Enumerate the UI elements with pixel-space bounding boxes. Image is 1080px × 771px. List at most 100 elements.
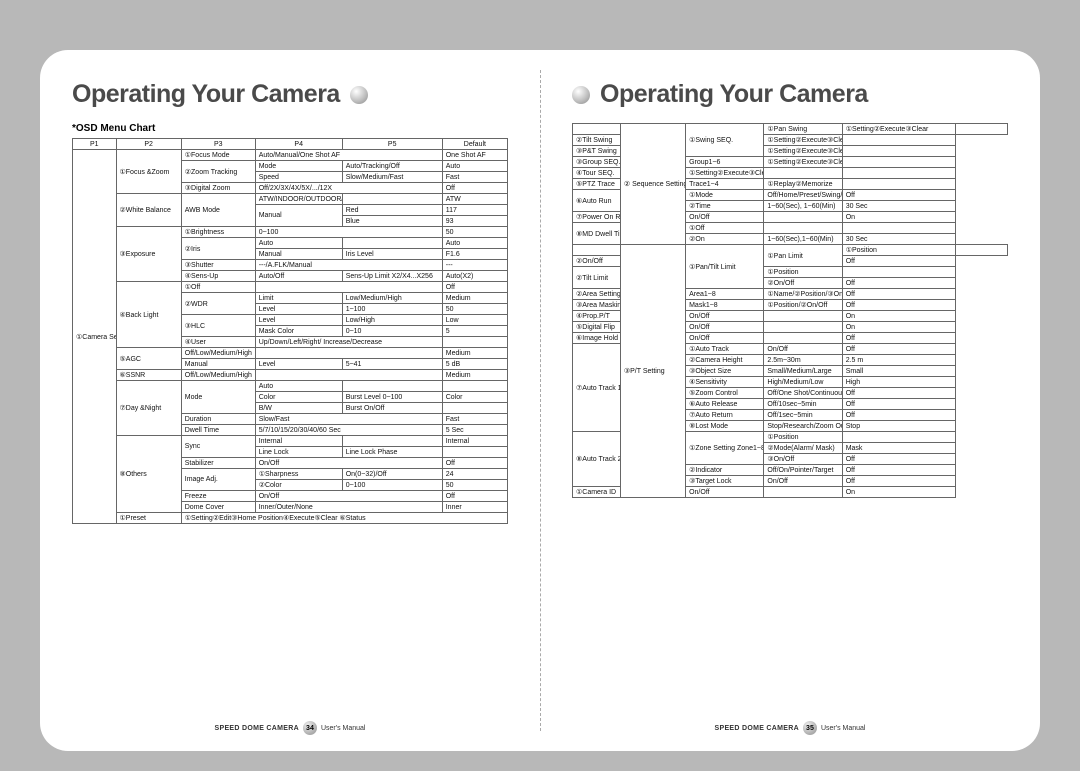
cell (764, 322, 842, 333)
page-right: Operating Your Camera ② Sequence Setting… (540, 50, 1040, 751)
cell: --- (442, 260, 507, 271)
page-spread: Operating Your Camera *OSD Menu Chart P1… (40, 50, 1040, 751)
cell: Dome Cover (181, 502, 255, 513)
cell (842, 223, 955, 234)
cell: ④Back Light (116, 282, 181, 348)
footer-right: SPEED DOME CAMERA 35 User's Manual (572, 713, 1008, 735)
cell: Auto/Manual/One Shot AF (255, 150, 442, 161)
cell: AWB Mode (181, 194, 255, 227)
cell: Image Adj. (181, 469, 255, 491)
cell: Off/On/Pointer/Target (764, 465, 842, 476)
cell: Off (842, 278, 955, 289)
cell (842, 157, 955, 168)
cell: ⑤Digital Flip (573, 322, 621, 333)
cell: 1~60(Sec), 1~60(Min) (764, 201, 842, 212)
header-cell: Default (442, 139, 507, 150)
cell: Off (442, 458, 507, 469)
cell: ②Tilt Limit (573, 267, 621, 289)
cell: Medium (442, 348, 507, 359)
cell: Level (255, 359, 342, 370)
header-cell: P4 (255, 139, 342, 150)
cell: ⑧Lost Mode (686, 421, 764, 432)
cell: On (842, 212, 955, 223)
cell: ③Shutter (181, 260, 255, 271)
cell: Internal (255, 436, 342, 447)
cell: ①Replay②Memorize (764, 179, 842, 190)
cell: F1.6 (442, 249, 507, 260)
cell: ⑤AGC (116, 348, 181, 370)
cell (342, 194, 442, 205)
cell: ①Pan/Tilt Limit (686, 245, 764, 289)
cell: Off (842, 300, 955, 311)
cell: ①Zone Setting Zone1~8 (686, 432, 764, 465)
cell: Small/Medium/Large (764, 366, 842, 377)
cell: Stabilizer (181, 458, 255, 469)
cell: Off/10sec~5min (764, 399, 842, 410)
cell: Inner/Outer/None (255, 502, 442, 513)
cell: 5 (442, 326, 507, 337)
cell (255, 282, 442, 293)
cell: On/Off (764, 344, 842, 355)
cell: Medium (442, 370, 507, 381)
cell: Speed (255, 172, 342, 183)
osd-table-left: P1P2P3P4P5Default①Camera Setting①Focus &… (72, 138, 508, 524)
cell: High/Medium/Low (764, 377, 842, 388)
cell: ④Sens-Up (181, 271, 255, 282)
cell: ①Setting②Execute③Clear (764, 135, 842, 146)
cell: Sens-Up Limit X2/X4...X256 (342, 271, 442, 282)
cell: ③Group SEQ. (573, 157, 621, 168)
cell: Mode (255, 161, 342, 172)
cell: Mask1~8 (686, 300, 764, 311)
cell (573, 124, 621, 135)
cell: On (842, 487, 955, 498)
cell: 50 (442, 480, 507, 491)
footer-product: SPEED DOME CAMERA (215, 725, 299, 732)
cell (764, 223, 842, 234)
cell: ①Setting②Execute③Clear (842, 124, 955, 135)
cell: Off (842, 465, 955, 476)
cell: ①Position (842, 245, 955, 256)
cell: 1~60(Sec),1~60(Min) (764, 234, 842, 245)
cell: 2.5 m (842, 355, 955, 366)
cell: ①Focus Mode (181, 150, 255, 161)
cell: Off/1sec~5min (764, 410, 842, 421)
cell: On (842, 322, 955, 333)
cell: Iris Level (342, 249, 442, 260)
cell: ③On/Off (764, 454, 842, 465)
cell: Off (842, 388, 955, 399)
cell (842, 168, 955, 179)
cell: 50 (442, 227, 507, 238)
cell: Level (255, 315, 342, 326)
cell: ⑧MD Dwell Time (573, 223, 621, 245)
cell: Medium (442, 293, 507, 304)
cell (442, 403, 507, 414)
page-number-badge: 34 (303, 721, 317, 735)
cell: ③Object Size (686, 366, 764, 377)
cell (764, 212, 842, 223)
cell: Small (842, 366, 955, 377)
cell: 0~10 (342, 326, 442, 337)
cell: 5~41 (342, 359, 442, 370)
cell: Limit (255, 293, 342, 304)
cell: ⑧Auto Track 2 (573, 432, 621, 487)
cell: Blue (342, 216, 442, 227)
cell: Up/Down/Left/Right/ Increase/Decrease (255, 337, 442, 348)
cell (573, 245, 621, 256)
cell: Low/High (342, 315, 442, 326)
cell: Stop (842, 421, 955, 432)
cell (842, 267, 955, 278)
cell: ②White Balance (116, 194, 181, 227)
cell: ③Digital Zoom (181, 183, 255, 194)
cell: Burst Level 0~100 (342, 392, 442, 403)
cell: Level (255, 304, 342, 315)
cell: ④Sensitivity (686, 377, 764, 388)
cell: Trace1~4 (686, 179, 764, 190)
cell: Inner (442, 502, 507, 513)
header-cell: P1 (73, 139, 117, 150)
cell: ①Position (764, 267, 842, 278)
cell: ①Auto Track (686, 344, 764, 355)
cell: Auto/Tracking/Off (342, 161, 442, 172)
cell: On/Off (255, 458, 442, 469)
cell: Line Lock (255, 447, 342, 458)
cell: Mask (842, 443, 955, 454)
